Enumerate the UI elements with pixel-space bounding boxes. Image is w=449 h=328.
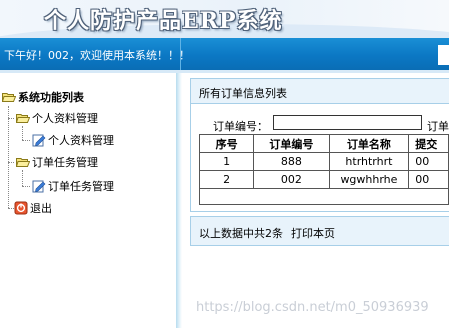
table-row[interactable]: 2 002 wgwhhrhe 00 — [198, 170, 449, 189]
tree-root-label: 系统功能列表 — [18, 91, 84, 104]
record-count-text: 以上数据中共2条 — [199, 227, 283, 240]
order-name-label: 订单 — [427, 120, 449, 133]
table-row[interactable]: 1 888 htrhtrhrt 00 — [198, 152, 449, 171]
folder-open-icon — [16, 113, 30, 123]
order-number-label: 订单编号： — [213, 120, 268, 133]
folder-open-icon — [2, 92, 16, 102]
table-cell: 00 — [408, 152, 449, 171]
logout-icon — [14, 201, 28, 215]
welcome-bar-divider — [180, 38, 181, 70]
tree-item-label: 订单任务管理 — [48, 180, 114, 193]
list-header: 所有订单信息列表 — [190, 78, 449, 104]
tree-group-orders[interactable]: 订单任务管理 — [2, 155, 98, 171]
tree-group-profile[interactable]: 个人资料管理 — [2, 111, 98, 127]
list-title: 所有订单信息列表 — [199, 87, 287, 100]
table-header-row: 序号 订单编号 订单名称 提交 — [198, 134, 449, 153]
column-header: 序号 — [198, 134, 255, 153]
tree-line — [22, 170, 23, 186]
tree-group-label: 个人资料管理 — [32, 112, 98, 125]
list-body: 订单编号： 订单 序号 订单编号 订单名称 提交 1 888 htrhtrhrt… — [190, 104, 449, 212]
sidebar-tree: 系统功能列表 个人资料管理 个人资料管理 订单任务管理 订单任务管理 退出 — [0, 73, 178, 328]
order-number-input[interactable] — [273, 115, 422, 130]
tree-item-logout[interactable]: 退出 — [14, 201, 52, 217]
print-page-link[interactable]: 打印本页 — [291, 227, 335, 240]
tree-line — [22, 126, 23, 140]
tree-item-profile[interactable]: 个人资料管理 — [32, 133, 114, 149]
tree-item-label: 个人资料管理 — [48, 134, 114, 147]
welcome-text: 下午好！002，欢迎使用本系统！！！ — [4, 49, 190, 62]
logout-label: 退出 — [30, 202, 52, 215]
table-cell: 888 — [253, 152, 330, 171]
tree-line — [22, 186, 30, 187]
table-row — [199, 188, 449, 205]
table-empty-row — [199, 188, 449, 205]
folder-open-icon — [16, 157, 30, 167]
watermark: https://blog.csdn.net/m0_50936939 — [196, 300, 429, 315]
summary-text: 以上数据中共2条 打印本页 — [199, 225, 335, 241]
app-title: 个人防护产品ERP系统 — [44, 8, 283, 34]
edit-page-icon — [32, 179, 46, 193]
header-banner: 个人防护产品ERP系统 — [0, 0, 449, 38]
tree-root[interactable]: 系统功能列表 — [2, 90, 84, 106]
tree-item-orders[interactable]: 订单任务管理 — [32, 179, 114, 195]
table-cell: 1 — [198, 152, 255, 171]
welcome-bar-right-box — [438, 45, 449, 65]
table-cell: wgwhhrhe — [328, 170, 410, 189]
edit-page-icon — [32, 133, 46, 147]
column-header: 订单编号 — [253, 134, 330, 153]
table-cell: 2 — [198, 170, 255, 189]
sidebar-splitter[interactable] — [176, 73, 182, 328]
tree-group-label: 订单任务管理 — [32, 156, 98, 169]
tree-line — [22, 140, 30, 141]
table-cell: htrhtrhrt — [328, 152, 410, 171]
table-cell: 002 — [253, 170, 330, 189]
summary-bar: 以上数据中共2条 打印本页 — [190, 216, 449, 246]
table-cell: 00 — [408, 170, 449, 189]
order-table: 序号 订单编号 订单名称 提交 1 888 htrhtrhrt 00 2 002… — [198, 134, 449, 205]
column-header: 订单名称 — [328, 134, 410, 153]
column-header: 提交 — [408, 134, 449, 153]
welcome-bar: 下午好！002，欢迎使用本系统！！！ — [0, 38, 449, 70]
